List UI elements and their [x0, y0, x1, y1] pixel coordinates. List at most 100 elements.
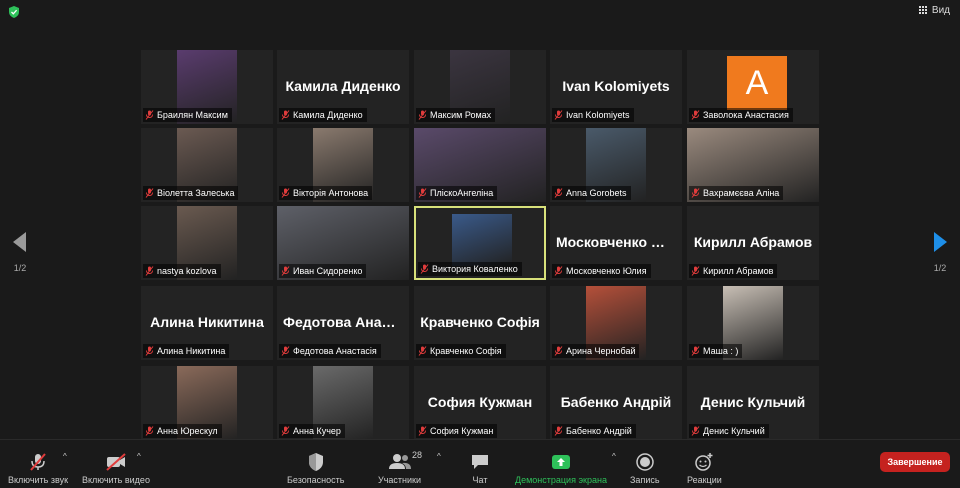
page-indicator-right: 1/2 — [933, 263, 947, 273]
participant-name: Московченко Юлия — [566, 266, 647, 276]
participant-tile[interactable]: Маша : ) — [687, 286, 819, 360]
participant-tile[interactable]: Максим Ромах — [414, 50, 546, 124]
reactions-button[interactable]: Реакции — [687, 452, 722, 485]
security-shield-icon — [308, 453, 323, 471]
participant-name-label: Денис Кульчий — [689, 424, 769, 438]
participant-tile[interactable]: Кирилл Абрамов Кирилл Абрамов — [687, 206, 819, 280]
muted-mic-icon — [691, 426, 700, 436]
page-indicator-left: 1/2 — [13, 263, 27, 273]
participant-display-name: София Кужман — [427, 394, 533, 410]
participant-name-label: Anna Gorobets — [552, 186, 631, 200]
participant-display-name: Кирилл Абрамов — [693, 234, 813, 250]
arrow-left-icon — [13, 232, 26, 252]
participant-name-label: Анна Кучер — [279, 424, 345, 438]
participant-tile[interactable]: Камила Диденко Камила Диденко — [277, 50, 409, 124]
audio-options-caret-icon[interactable]: ^ — [63, 452, 67, 461]
participant-name: Алина Никитина — [157, 346, 226, 356]
participant-tile[interactable]: Алина Никитина Алина Никитина — [141, 286, 273, 360]
participant-name: Денис Кульчий — [703, 426, 765, 436]
participants-caret-icon[interactable]: ^ — [437, 452, 441, 461]
security-label: Безопасность — [287, 475, 345, 485]
participant-tile[interactable]: Московченко Юлия Московченко Юлия — [550, 206, 682, 280]
participant-name-label: Ivan Kolomiyets — [552, 108, 634, 122]
muted-mic-icon — [145, 110, 154, 120]
participant-name-label: Виктория Коваленко — [418, 262, 522, 276]
muted-mic-icon — [281, 426, 290, 436]
share-options-caret-icon[interactable]: ^ — [612, 452, 616, 461]
participants-label: Участники — [378, 475, 421, 485]
muted-mic-icon — [554, 266, 563, 276]
record-label: Запись — [630, 475, 660, 485]
chat-button[interactable]: Чат — [470, 452, 490, 485]
muted-mic-icon — [418, 346, 427, 356]
participant-name: Камила Диденко — [293, 110, 363, 120]
unmute-label: Включить звук — [8, 475, 69, 485]
participant-tile[interactable]: Ivan Kolomiyets Ivan Kolomiyets — [550, 50, 682, 124]
muted-mic-icon — [418, 110, 427, 120]
participant-tile[interactable]: Виктория Коваленко — [414, 206, 546, 280]
participant-name: Бабенко Андрій — [566, 426, 632, 436]
view-button[interactable]: Вид — [918, 5, 950, 16]
participant-name: Иван Сидоренко — [293, 266, 363, 276]
participant-name-label: Камила Диденко — [279, 108, 367, 122]
participant-tile[interactable]: Анна Кучер — [277, 366, 409, 440]
participant-name: Маша : ) — [703, 346, 739, 356]
participant-tile[interactable]: Браилян Максим — [141, 50, 273, 124]
participant-tile[interactable]: Анна Юрескул — [141, 366, 273, 440]
participant-tile[interactable]: nastya kozlova — [141, 206, 273, 280]
participant-avatar: A — [727, 56, 787, 110]
muted-mic-icon — [691, 188, 700, 198]
participant-tile[interactable]: Кравченко Софія Кравченко Софія — [414, 286, 546, 360]
participant-tile[interactable]: Арина Чернобай — [550, 286, 682, 360]
next-page-button[interactable]: 1/2 — [930, 232, 950, 273]
share-screen-button[interactable]: Демонстрация экрана — [515, 452, 607, 485]
participant-tile[interactable]: Денис Кульчий Денис Кульчий — [687, 366, 819, 440]
participant-name-label: Вахрамєєва Аліна — [689, 186, 784, 200]
prev-page-button[interactable]: 1/2 — [10, 232, 30, 273]
participant-tile[interactable]: Вікторія Антонова — [277, 128, 409, 202]
participant-tile[interactable]: Федотова Анастасія Федотова Анастасія — [277, 286, 409, 360]
emoji-reaction-icon — [695, 453, 713, 471]
participant-display-name: Бабенко Андрій — [560, 394, 672, 410]
participant-name-label: Максим Ромах — [416, 108, 496, 122]
reactions-label: Реакции — [687, 475, 722, 485]
participant-tile[interactable]: A Заволока Анастасия — [687, 50, 819, 124]
participant-name: Максим Ромах — [430, 110, 492, 120]
participants-icon — [388, 454, 411, 469]
participant-display-name: Московченко Юлия — [556, 234, 682, 250]
record-button[interactable]: Запись — [630, 452, 660, 485]
participant-name-label: Кирилл Абрамов — [689, 264, 778, 278]
muted-mic-icon — [420, 264, 429, 274]
start-video-label: Включить видео — [82, 475, 150, 485]
participant-tile[interactable]: Бабенко Андрій Бабенко Андрій — [550, 366, 682, 440]
muted-mic-icon — [418, 188, 427, 198]
participant-display-name: Денис Кульчий — [700, 394, 806, 410]
muted-mic-icon — [145, 426, 154, 436]
participant-display-name: Федотова Анастасія — [283, 314, 409, 330]
record-icon — [636, 453, 654, 471]
security-button[interactable]: Безопасность — [287, 452, 344, 485]
participant-tile[interactable]: Иван Сидоренко — [277, 206, 409, 280]
participant-name-label: Московченко Юлия — [552, 264, 651, 278]
participants-count: 28 — [412, 450, 423, 460]
participant-name: Виктория Коваленко — [432, 264, 518, 274]
participant-display-name: Алина Никитина — [150, 314, 264, 330]
participant-video-feed — [452, 214, 512, 266]
participant-name-label: София Кужман — [416, 424, 498, 438]
share-screen-icon — [551, 455, 570, 469]
muted-mic-icon — [145, 266, 154, 276]
video-options-caret-icon[interactable]: ^ — [137, 452, 141, 461]
participant-name: Вахрамєєва Аліна — [703, 188, 780, 198]
participant-tile[interactable]: Вахрамєєва Аліна — [687, 128, 819, 202]
participant-name-label: Кравченко Софія — [416, 344, 506, 358]
participant-tile[interactable]: Віолетта Залеська — [141, 128, 273, 202]
end-meeting-button[interactable]: Завершение — [880, 452, 950, 472]
unmute-button[interactable]: Включить звук — [8, 452, 68, 485]
meeting-toolbar: Включить звук ^ Включить видео ^ Безопас… — [0, 439, 960, 488]
participant-name: ПліскоАнгеліна — [430, 188, 494, 198]
participant-tile[interactable]: Anna Gorobets — [550, 128, 682, 202]
participant-tile[interactable]: ПліскоАнгеліна — [414, 128, 546, 202]
participant-name: София Кужман — [430, 426, 494, 436]
participant-tile[interactable]: София Кужман София Кужман — [414, 366, 546, 440]
muted-mic-icon — [281, 266, 290, 276]
